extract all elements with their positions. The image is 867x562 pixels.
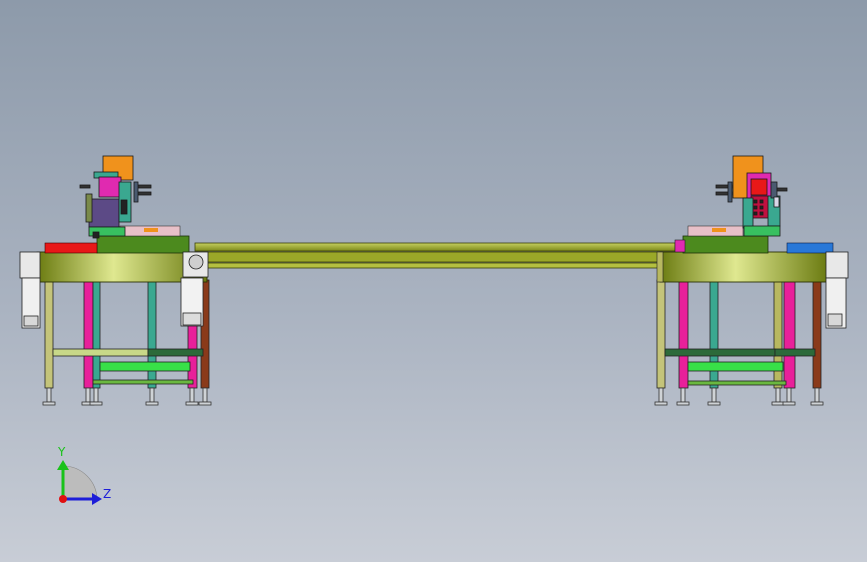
right-drum-table [659,251,829,283]
cad-viewport[interactable]: Y Z [0,0,867,562]
left-leveling-feet [42,387,212,406]
left-end-motor [19,251,41,329]
coordinate-triad: Y Z [57,445,111,505]
left-braces [52,348,204,385]
right-red-block [750,178,768,196]
left-drum-table [36,251,208,283]
z-axis-label: Z [103,487,111,501]
right-blue-block [786,242,834,254]
right-end-motor [825,251,849,329]
right-head-assembly [715,155,788,237]
right-leveling-feet [654,387,824,406]
left-top-plate [96,235,190,254]
y-axis-arrowhead [57,460,69,470]
left-pink-block [98,176,122,198]
right-fixture-tab [712,228,726,232]
left-red-block [44,242,98,254]
left-head-assembly [79,155,152,239]
left-fixture-tab [144,228,158,232]
right-workstation [654,155,849,406]
left-purple-block [88,198,120,228]
triad-arc [62,465,98,501]
right-end-cap [656,251,664,283]
left-workstation [19,155,212,406]
right-legs [656,279,822,389]
z-axis-arrowhead [92,493,102,505]
right-top-plate [682,235,769,254]
connecting-rail-beam [194,242,676,269]
y-axis-label: Y [57,445,66,459]
triad-origin [59,495,67,503]
right-pink-clamp [674,239,686,253]
